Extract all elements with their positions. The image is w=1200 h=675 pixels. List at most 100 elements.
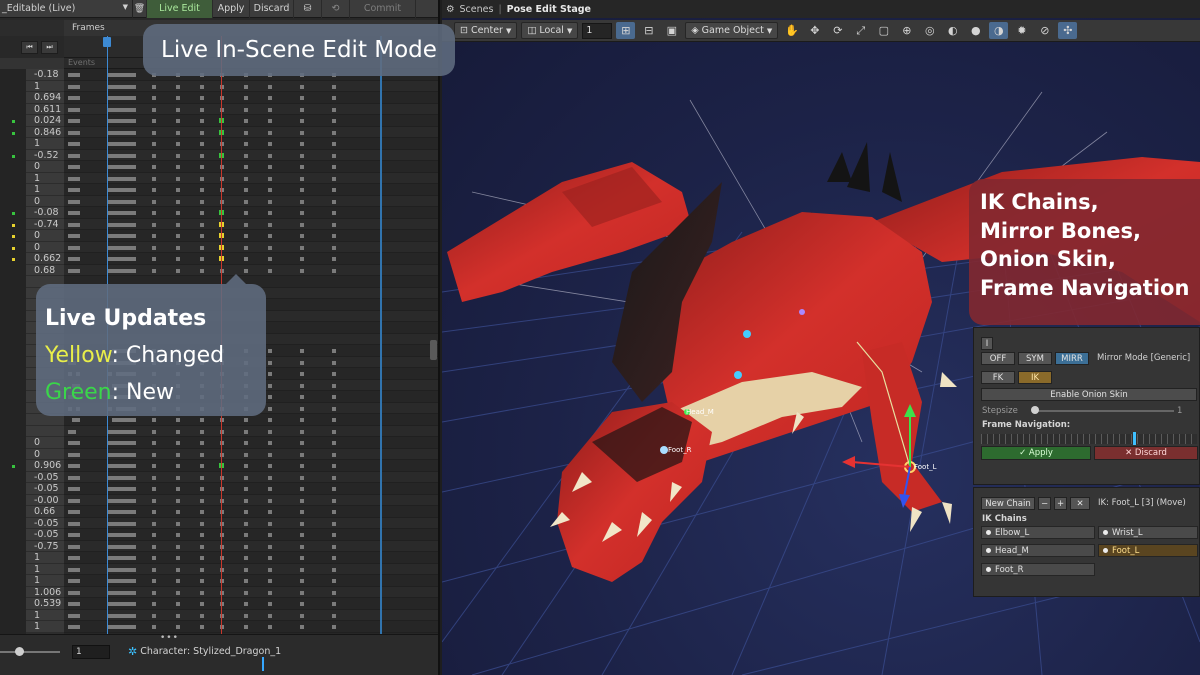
- keyframe[interactable]: [300, 602, 304, 606]
- keyframe[interactable]: [244, 556, 248, 560]
- keyframe[interactable]: [176, 211, 180, 215]
- curve-value[interactable]: 0.68: [26, 264, 64, 276]
- keyframe[interactable]: [268, 544, 272, 549]
- keyframe[interactable]: [76, 418, 80, 422]
- keyframe[interactable]: [300, 222, 304, 227]
- keyframe[interactable]: [244, 130, 248, 135]
- keyframe[interactable]: [300, 452, 304, 457]
- keyframe[interactable]: [244, 107, 248, 112]
- keyframe[interactable]: [76, 590, 80, 595]
- curve-value[interactable]: 1: [26, 138, 64, 150]
- clip-select-dropdown[interactable]: _Editable (Live) ▼: [0, 0, 133, 18]
- keyframe[interactable]: [300, 510, 304, 514]
- keyframe[interactable]: [152, 487, 156, 491]
- dopesheet-row[interactable]: [64, 80, 438, 92]
- chain-item-elbow-l[interactable]: Elbow_L: [981, 526, 1095, 539]
- keyframe[interactable]: [332, 84, 336, 89]
- keyframe[interactable]: [76, 211, 80, 215]
- keyframe[interactable]: [76, 153, 80, 158]
- keyframe[interactable]: [152, 165, 156, 169]
- rotate-tool-icon[interactable]: ⟳: [828, 22, 847, 39]
- keyframe[interactable]: [200, 429, 204, 434]
- keyframe[interactable]: [268, 579, 272, 583]
- keyframe[interactable]: [176, 510, 180, 514]
- keyframe[interactable]: [200, 245, 204, 250]
- keyframe[interactable]: [152, 142, 156, 146]
- keyframe[interactable]: [268, 372, 272, 376]
- keyframe[interactable]: [332, 257, 336, 261]
- keyframe[interactable]: [268, 199, 272, 204]
- keyframe[interactable]: [300, 360, 304, 365]
- keyframe[interactable]: [152, 510, 156, 514]
- dopesheet-row[interactable]: [64, 506, 438, 518]
- keyframe[interactable]: [244, 257, 248, 261]
- keyframe[interactable]: [200, 602, 204, 606]
- curve-value[interactable]: -0.05: [26, 517, 64, 529]
- keyframe[interactable]: [152, 188, 156, 192]
- keyframe[interactable]: [300, 176, 304, 181]
- keyframe[interactable]: [300, 418, 304, 422]
- keyframe[interactable]: [300, 567, 304, 572]
- chain-item-foot-l[interactable]: Foot_L: [1098, 544, 1198, 557]
- dopesheet-row[interactable]: [64, 184, 438, 196]
- keyframe[interactable]: [132, 613, 136, 618]
- keyframe[interactable]: [152, 567, 156, 572]
- keyframe[interactable]: [332, 625, 336, 629]
- keyframe[interactable]: [176, 142, 180, 146]
- keyframe[interactable]: [132, 429, 136, 434]
- keyframe[interactable]: [244, 567, 248, 572]
- keyframe[interactable]: [332, 383, 336, 388]
- keyframe[interactable]: [332, 556, 336, 560]
- keyframe[interactable]: [300, 533, 304, 537]
- curve-value[interactable]: 0: [26, 195, 64, 207]
- grid-snap-icon[interactable]: ⊞: [616, 22, 636, 39]
- curve-value[interactable]: 0.694: [26, 92, 64, 104]
- keyframe[interactable]: [300, 487, 304, 491]
- keyframe[interactable]: [200, 567, 204, 572]
- keyframe[interactable]: [300, 579, 304, 583]
- keyframe[interactable]: [132, 73, 136, 77]
- keyframe[interactable]: [132, 487, 136, 491]
- keyframe[interactable]: [152, 452, 156, 457]
- keyframe[interactable]: [332, 130, 336, 135]
- keyframe[interactable]: [132, 590, 136, 595]
- keyframe[interactable]: [152, 429, 156, 434]
- keyframe[interactable]: [244, 268, 248, 273]
- keyframe[interactable]: [152, 544, 156, 549]
- frame-input[interactable]: 1: [72, 645, 110, 659]
- bake-icon[interactable]: ⛁: [294, 0, 322, 18]
- keyframe[interactable]: [152, 153, 156, 158]
- keyframe[interactable]: [76, 268, 80, 273]
- curve-value[interactable]: 0.66: [26, 506, 64, 518]
- dopesheet-row[interactable]: [64, 115, 438, 127]
- keyframe[interactable]: [132, 188, 136, 192]
- keyframe[interactable]: [244, 441, 248, 445]
- keyframe[interactable]: [200, 107, 204, 112]
- keyframe[interactable]: [176, 165, 180, 169]
- keyframe[interactable]: [76, 452, 80, 457]
- curve-value[interactable]: 0: [26, 230, 64, 242]
- fk-button[interactable]: FK: [981, 371, 1015, 384]
- keyframe[interactable]: [76, 510, 80, 514]
- keyframe[interactable]: [132, 268, 136, 273]
- keyframe[interactable]: [244, 199, 248, 204]
- dopesheet-row[interactable]: [64, 138, 438, 150]
- keyframe[interactable]: [332, 579, 336, 583]
- keyframe[interactable]: [332, 487, 336, 491]
- ik-apply-button[interactable]: ✓ Apply: [981, 446, 1091, 460]
- keyframe[interactable]: [268, 487, 272, 491]
- keyframe[interactable]: [300, 521, 304, 526]
- keyframe[interactable]: [268, 625, 272, 629]
- keyframe[interactable]: [152, 464, 156, 468]
- keyframe[interactable]: [76, 188, 80, 192]
- keyframe[interactable]: [300, 475, 304, 480]
- keyframe[interactable]: [244, 579, 248, 583]
- keyframe[interactable]: [268, 176, 272, 181]
- keyframe[interactable]: [300, 556, 304, 560]
- keyframe[interactable]: [200, 487, 204, 491]
- dopesheet-row[interactable]: [64, 149, 438, 161]
- dopesheet-row[interactable]: [64, 253, 438, 265]
- discard-button[interactable]: Discard: [250, 0, 294, 18]
- keyframe[interactable]: [152, 521, 156, 526]
- keyframe[interactable]: [332, 188, 336, 192]
